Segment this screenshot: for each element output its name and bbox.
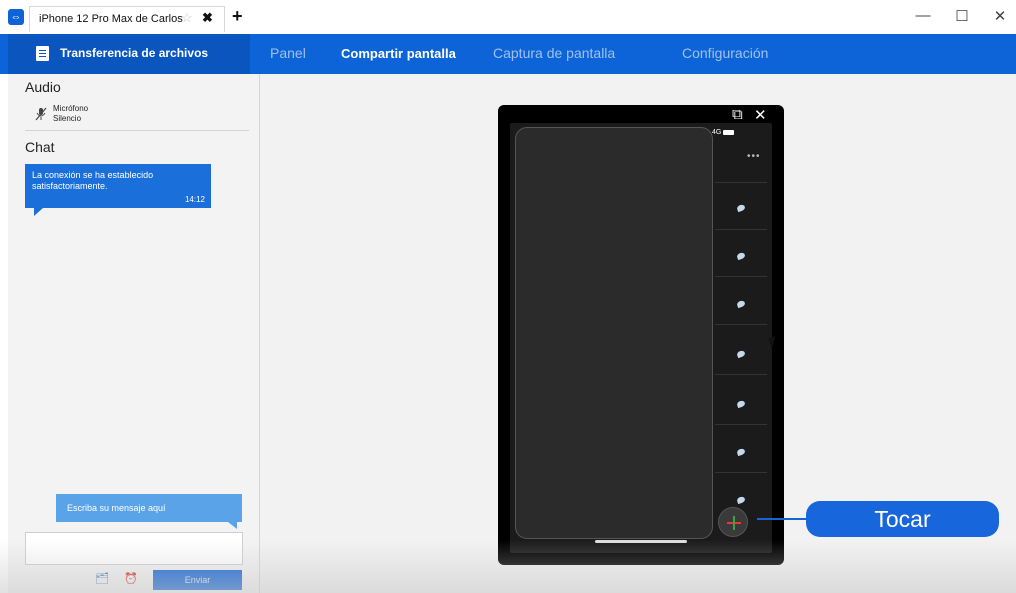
chat-message-time: 14:12 bbox=[184, 195, 205, 204]
teamviewer-logo-icon: ⇔ bbox=[8, 9, 24, 25]
mic-label: Micrófono bbox=[53, 104, 89, 113]
list-item-icon[interactable] bbox=[736, 299, 746, 309]
divider bbox=[715, 229, 767, 230]
mic-status: Silencio bbox=[53, 114, 82, 123]
chat-message: La conexión se ha establecido satisfacto… bbox=[25, 164, 211, 216]
divider bbox=[715, 472, 767, 473]
close-tab-icon[interactable]: ✖ bbox=[202, 10, 213, 26]
send-button[interactable]: Enviar bbox=[153, 570, 242, 590]
nav-bar: Transferencia de archivos Panel Comparti… bbox=[0, 34, 1016, 74]
chat-title: Chat bbox=[25, 139, 55, 155]
divider bbox=[715, 324, 767, 325]
divider bbox=[715, 182, 767, 183]
network-status: 4G bbox=[712, 129, 722, 136]
list-item-icon[interactable] bbox=[736, 349, 746, 359]
close-window-button[interactable]: ✕ bbox=[990, 7, 1010, 25]
bubble-tail bbox=[34, 208, 43, 216]
add-fab-button[interactable] bbox=[718, 507, 748, 537]
app-card[interactable] bbox=[515, 127, 713, 539]
tap-callout: Tocar bbox=[806, 501, 999, 537]
hint-tail bbox=[228, 522, 237, 529]
battery-icon bbox=[723, 129, 735, 135]
divider bbox=[25, 130, 249, 131]
alarm-icon[interactable]: ⏰ bbox=[124, 572, 138, 585]
phone-mirror[interactable]: ⧉ ✕ 4G ••• bbox=[498, 105, 784, 565]
new-tab-button[interactable]: + bbox=[232, 6, 243, 27]
divider bbox=[715, 374, 767, 375]
title-bar: ⇔ iPhone 12 Pro Max de Carlos ☆ ✖ + — ☐ … bbox=[0, 0, 1016, 34]
plus-icon bbox=[733, 516, 735, 530]
file-share-icon[interactable]: 🗂 bbox=[95, 572, 109, 585]
phone-status-bar: 4G bbox=[712, 129, 735, 136]
file-icon bbox=[36, 46, 49, 61]
minimize-button[interactable]: — bbox=[913, 7, 933, 24]
message-input[interactable] bbox=[25, 532, 243, 565]
app-window: ⇔ iPhone 12 Pro Max de Carlos ☆ ✖ + — ☐ … bbox=[0, 0, 1016, 593]
message-hint: Escriba su mensaje aquí bbox=[56, 494, 242, 529]
mic-muted-icon[interactable] bbox=[35, 107, 47, 121]
list-item-icon[interactable] bbox=[736, 399, 746, 409]
message-hint-text: Escriba su mensaje aquí bbox=[67, 503, 166, 513]
tab-panel[interactable]: Panel bbox=[270, 45, 306, 61]
audio-title: Audio bbox=[25, 79, 61, 95]
home-indicator bbox=[595, 540, 687, 543]
more-icon[interactable]: ••• bbox=[747, 151, 761, 162]
divider bbox=[715, 424, 767, 425]
list-item-icon[interactable] bbox=[736, 251, 746, 261]
maximize-button[interactable]: ☐ bbox=[952, 7, 972, 25]
file-transfer-label: Transferencia de archivos bbox=[60, 46, 209, 60]
callout-connector bbox=[757, 518, 809, 520]
star-icon[interactable]: ☆ bbox=[181, 10, 193, 26]
phone-screen[interactable]: 4G ••• bbox=[510, 123, 772, 553]
sidebar: Audio Micrófono Silencio Chat La conexió… bbox=[8, 74, 260, 593]
file-transfer-button[interactable]: Transferencia de archivos bbox=[8, 34, 250, 74]
session-tab[interactable]: iPhone 12 Pro Max de Carlos ☆ ✖ bbox=[29, 6, 225, 32]
divider bbox=[715, 276, 767, 277]
tab-screenshot[interactable]: Captura de pantalla bbox=[493, 45, 615, 61]
session-tab-title: iPhone 12 Pro Max de Carlos bbox=[39, 13, 183, 25]
mic-info: Micrófono Silencio bbox=[53, 104, 88, 124]
list-item-icon[interactable] bbox=[736, 447, 746, 457]
list-item-icon[interactable] bbox=[736, 203, 746, 213]
list-item-icon[interactable] bbox=[736, 495, 746, 505]
tab-settings[interactable]: Configuración bbox=[682, 45, 768, 61]
chat-message-text: La conexión se ha establecido satisfacto… bbox=[32, 170, 154, 191]
close-mirror-icon[interactable]: ✕ bbox=[754, 106, 767, 124]
tab-share-screen[interactable]: Compartir pantalla bbox=[341, 46, 456, 61]
open-external-icon[interactable]: ⧉ bbox=[732, 106, 743, 123]
